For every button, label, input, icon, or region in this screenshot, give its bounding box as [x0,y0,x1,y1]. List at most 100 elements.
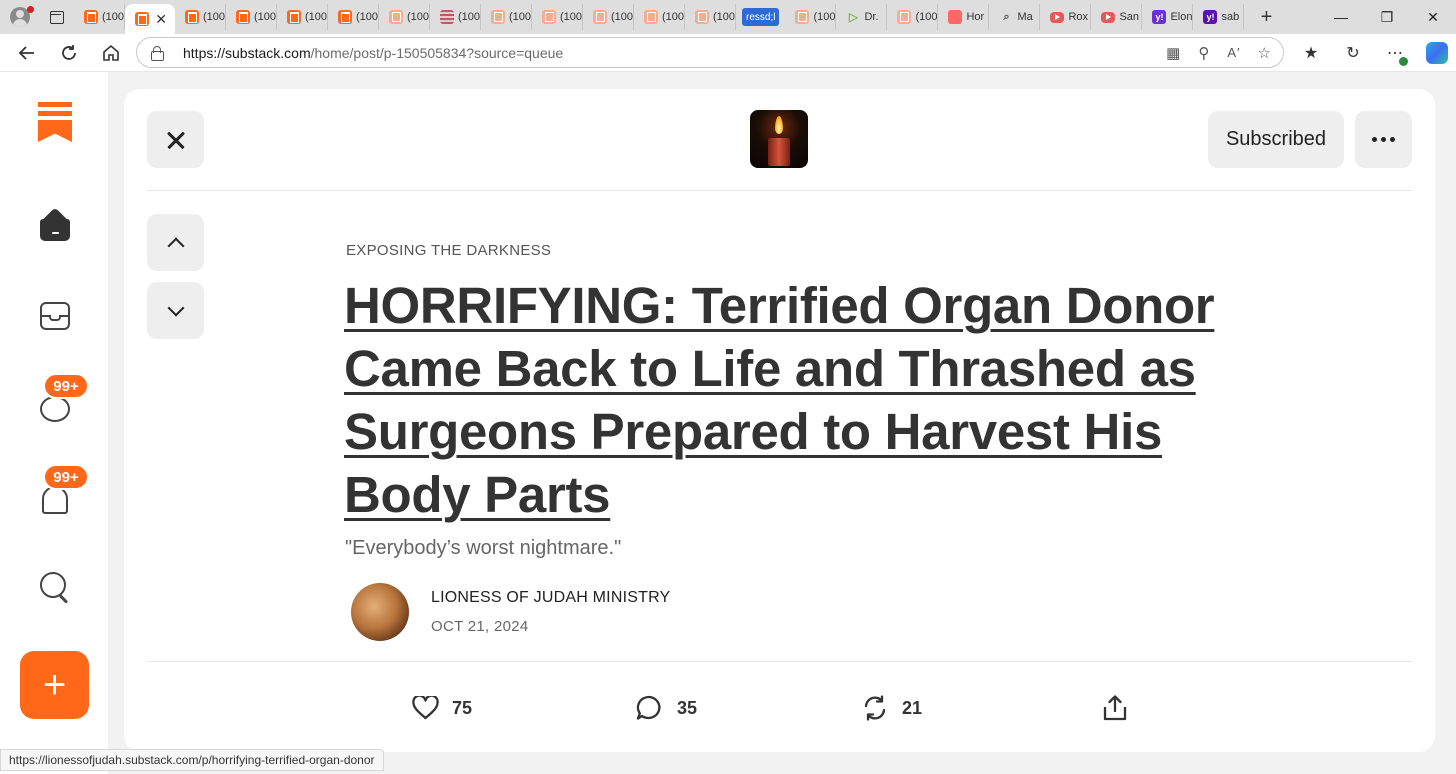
substack-icon [236,10,250,24]
browser-tab[interactable]: (100 [328,4,379,30]
inbox-icon [40,302,70,330]
read-aloud-icon[interactable]: A ′ [1227,45,1239,60]
tab-label: (100 [305,11,328,23]
browser-tab[interactable]: (100 [532,4,583,30]
tab-label: sab [1221,11,1240,23]
share-button[interactable] [1103,689,1127,727]
tab-group-label[interactable]: ressd;l [742,8,780,26]
substack-faded-icon [491,10,505,24]
tab-label: (100 [203,11,226,23]
meta-divider [147,661,1412,662]
zoom-icon[interactable]: ⚲ [1198,44,1209,62]
close-icon [167,131,185,149]
browser-tab[interactable]: ⌕ Ma [989,4,1041,30]
tab-close-icon[interactable]: ✕ [155,11,167,28]
browser-tab[interactable]: (100 [481,4,532,30]
browser-tab[interactable]: (100 [277,4,328,30]
browser-tab[interactable]: (100 [634,4,685,30]
share-icon [1103,695,1127,721]
minimize-button[interactable]: — [1318,0,1364,34]
tab-label: Hor [966,11,985,23]
substack-faded-icon [897,10,912,24]
more-tools-button[interactable]: ⋯ [1374,34,1416,72]
yahoo-icon: y! [1152,10,1167,24]
browser-tab[interactable]: (100 [226,4,277,30]
header-divider [147,190,1412,191]
refresh-button[interactable] [48,34,90,72]
compose-button[interactable]: + [20,651,89,719]
nav-search[interactable] [34,566,76,608]
window-controls: — ❐ ✕ [1318,0,1456,34]
next-post-button[interactable] [147,282,204,339]
tab-actions-button[interactable] [40,0,74,34]
publication-logo[interactable] [750,110,808,168]
post-section-label[interactable]: EXPOSING THE DARKNESS [346,242,551,259]
substack-logo[interactable] [38,102,72,142]
tab-label: (100 [254,11,277,23]
address-bar[interactable]: https://substack.com/home/post/p-1505058… [136,37,1284,68]
browser-tab[interactable]: (100 [685,4,736,30]
url-path: /home/post/p-150505834?source=queue [310,44,564,61]
browser-tab[interactable]: ▷ Dr. [836,4,888,30]
tab-active[interactable]: ✕ [125,4,175,34]
previous-post-button[interactable] [147,214,204,271]
restore-button[interactable]: ❐ [1364,0,1410,34]
favorite-star-icon[interactable]: ☆ [1258,44,1271,62]
new-tab-button[interactable]: + [1254,6,1278,29]
author-avatar[interactable] [351,583,409,641]
restack-icon [862,695,888,721]
url-domain: https://substack.com [183,44,311,61]
comment-button[interactable]: 35 [636,689,697,727]
restack-count: 21 [902,697,923,718]
link-status-bar: https://lionessofjudah.substack.com/p/ho… [0,749,384,771]
browser-tab[interactable]: y! Elon [1142,4,1194,30]
browser-tab[interactable]: (100 [379,4,430,30]
browser-tab[interactable]: Hor [938,4,990,30]
back-button[interactable] [6,34,48,72]
history-button[interactable]: ↻ [1332,34,1374,72]
app-available-icon[interactable]: ▦ [1166,44,1180,62]
notifications-badge: 99+ [43,464,89,490]
substack-faded-icon [795,10,810,24]
browser-tab[interactable]: (100 [887,4,939,30]
browser-tab[interactable]: (100 [430,4,481,30]
close-window-button[interactable]: ✕ [1410,0,1456,34]
nav-home[interactable] [34,205,76,247]
red-icon [948,10,963,24]
heart-icon [412,696,439,720]
tab-list: (100 ✕ (100 (100 (100 (100 (100 (100 (100 (100 (10… [74,0,1245,34]
close-post-button[interactable] [147,111,204,168]
browser-tab[interactable]: (100 [583,4,634,30]
browser-tab[interactable]: San [1091,4,1143,30]
lock-icon [151,45,164,61]
tab-label: San [1119,11,1140,23]
restack-button[interactable]: 21 [862,689,922,727]
subscribed-button[interactable]: Subscribed [1208,111,1344,168]
home-button[interactable] [90,34,132,72]
youtube-icon [1050,11,1065,23]
more-options-button[interactable] [1355,111,1412,168]
tab-label: Rox [1068,11,1089,23]
author-name[interactable]: LIONESS OF JUDAH MINISTRY [431,589,670,607]
youtube-icon [1101,11,1116,23]
post-subtitle: "Everybody’s worst nightmare." [345,537,622,559]
post-title-link[interactable]: HORRIFYING: Terrified Organ Donor Came B… [344,274,1224,526]
tab-label: (100 [356,11,379,23]
browser-tab[interactable]: y! sab [1193,4,1245,30]
browser-tab[interactable]: Rox [1040,4,1092,30]
tab-label: (100 [611,11,634,23]
browser-tab[interactable]: (100 [175,4,226,30]
update-badge [1399,57,1408,66]
favorites-button[interactable]: ★ [1290,34,1332,72]
chat-badge: 99+ [43,373,89,399]
toolbar-right: ★ ↻ ⋯ [1290,34,1456,72]
browser-tab[interactable]: (100 [74,4,125,30]
tab-label: (100 [560,11,583,23]
nav-inbox[interactable] [34,295,76,337]
copilot-button[interactable] [1416,34,1456,72]
like-button[interactable]: 75 [412,689,472,727]
substack-faded-icon [593,10,607,24]
yahoo-dark-icon: y! [1203,10,1218,24]
profile-button[interactable] [0,0,40,34]
browser-tab[interactable]: (100 [785,4,837,30]
